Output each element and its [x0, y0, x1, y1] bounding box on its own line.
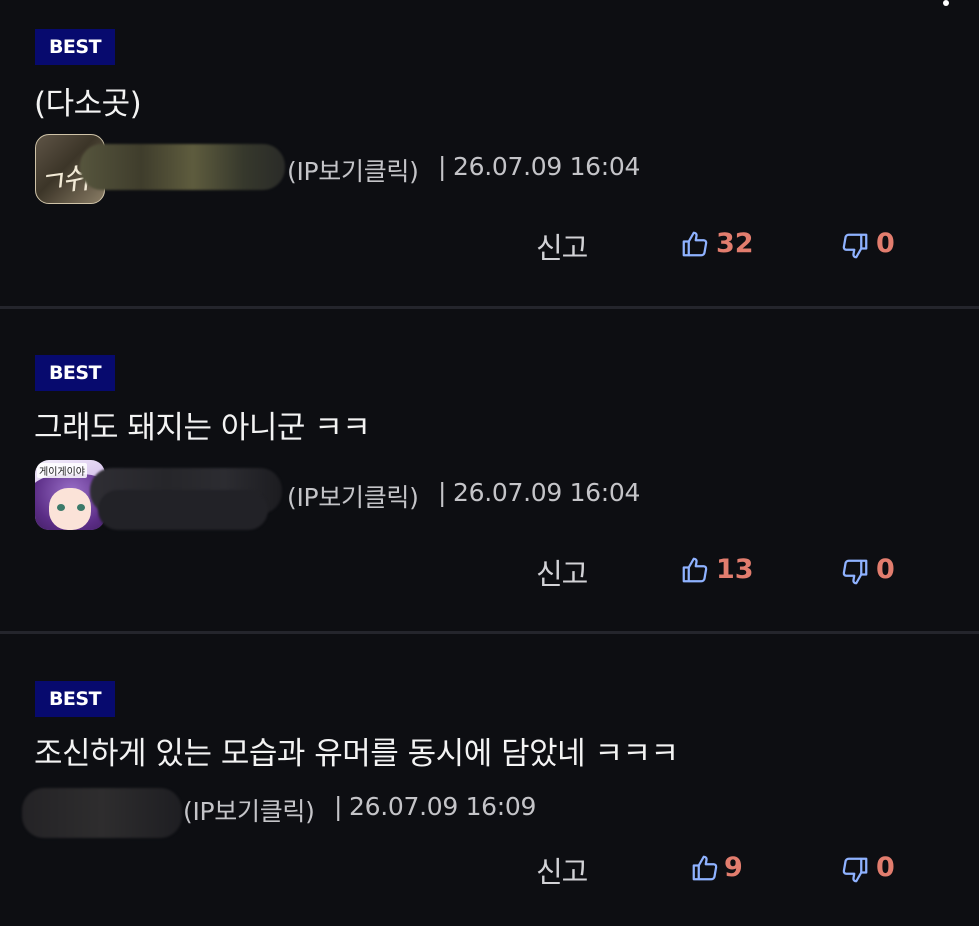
- meta-separator: |: [334, 792, 343, 821]
- nickname-redacted[interactable]: [22, 788, 182, 838]
- comment-actions: 신고 9 0: [0, 849, 979, 889]
- dislike-count: 0: [876, 228, 895, 259]
- dislike-count: 0: [876, 852, 895, 883]
- timestamp: 26.07.09 16:04: [453, 152, 641, 181]
- comment-text: 조신하게 있는 모습과 유머를 동시에 담았네 ㅋㅋㅋ: [34, 736, 679, 772]
- comment-item: BEST 조신하게 있는 모습과 유머를 동시에 담았네 ㅋㅋㅋ (IP보기클릭…: [0, 634, 979, 926]
- best-badge: BEST: [35, 355, 115, 391]
- nickname-redacted[interactable]: [80, 144, 285, 190]
- report-button[interactable]: 신고: [536, 225, 588, 267]
- ip-toggle-link[interactable]: (IP보기클릭): [287, 152, 419, 188]
- ip-toggle-link[interactable]: (IP보기클릭): [287, 478, 419, 514]
- comment-text: 그래도 돼지는 아니군 ㅋㅋ: [34, 410, 371, 446]
- comment-item: BEST 그래도 돼지는 아니군 ㅋㅋ 게이게이야 (IP보기클릭) | 26.…: [0, 309, 979, 632]
- report-button[interactable]: 신고: [536, 551, 588, 593]
- like-count: 13: [716, 554, 754, 585]
- like-count: 32: [716, 228, 754, 259]
- thumbs-down-icon[interactable]: [840, 557, 870, 587]
- ip-toggle-link[interactable]: (IP보기클릭): [183, 792, 315, 828]
- nickname-redacted: [98, 490, 268, 530]
- thumbs-down-icon[interactable]: [840, 855, 870, 885]
- comment-actions: 신고 13 0: [0, 551, 979, 591]
- like-count: 9: [724, 852, 743, 883]
- comment-actions: 신고 32 0: [0, 225, 979, 265]
- timestamp: 26.07.09 16:04: [453, 478, 641, 507]
- avatar-tag: 게이게이야: [37, 463, 87, 478]
- report-button[interactable]: 신고: [536, 849, 588, 891]
- best-badge: BEST: [35, 681, 115, 717]
- thumbs-up-icon[interactable]: [680, 555, 710, 585]
- meta-separator: |: [438, 152, 447, 181]
- comment-text: (다소곳): [34, 86, 142, 122]
- best-badge: BEST: [35, 29, 115, 65]
- thumbs-down-icon[interactable]: [840, 231, 870, 261]
- comment-item: BEST (다소곳) ㄱ쉬ㅅ (IP보기클릭) | 26.07.09 16:04…: [0, 0, 979, 307]
- thumbs-up-icon[interactable]: [690, 853, 720, 883]
- dislike-count: 0: [876, 554, 895, 585]
- thumbs-up-icon[interactable]: [680, 229, 710, 259]
- meta-separator: |: [438, 478, 447, 507]
- timestamp: 26.07.09 16:09: [349, 792, 537, 821]
